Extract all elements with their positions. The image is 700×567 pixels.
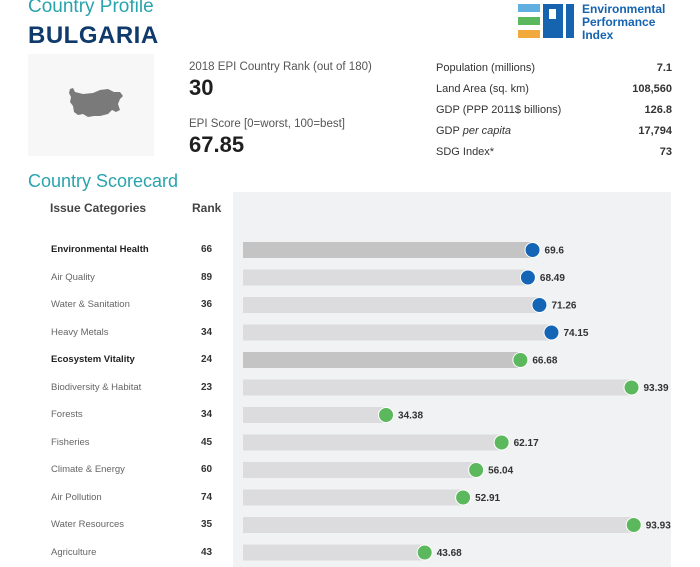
score-label: 66.68 <box>532 356 557 367</box>
score-bar <box>243 462 477 478</box>
score-marker <box>416 544 433 561</box>
score-marker <box>512 352 529 368</box>
score-marker <box>625 517 642 533</box>
score-label: 71.26 <box>551 301 576 312</box>
score-marker <box>524 242 541 258</box>
score-bar <box>243 517 634 533</box>
score-bar <box>243 269 528 286</box>
score-label: 34.38 <box>398 411 423 422</box>
score-label: 62.17 <box>514 438 539 449</box>
score-bar <box>243 544 425 561</box>
score-bar <box>243 379 632 396</box>
score-marker <box>531 297 548 313</box>
score-bar <box>243 242 533 258</box>
score-label: 74.15 <box>563 328 588 339</box>
score-label: 68.49 <box>540 273 565 284</box>
score-marker <box>543 324 560 341</box>
score-label: 56.04 <box>488 466 513 477</box>
scorecard-chart: 69.6 68.49 71.26 74.15 66.68 93.39 34.38 62.17 5… <box>243 242 671 561</box>
score-bar <box>243 434 502 451</box>
score-marker <box>455 489 472 506</box>
score-bar <box>243 324 552 341</box>
score-label: 93.93 <box>646 521 671 532</box>
score-marker <box>468 462 485 478</box>
score-label: 69.6 <box>545 246 565 257</box>
score-bar <box>243 297 540 313</box>
score-marker <box>378 407 395 423</box>
score-marker <box>493 434 510 451</box>
score-marker <box>623 379 640 396</box>
score-marker <box>519 269 536 286</box>
score-bar <box>243 352 521 368</box>
score-label: 52.91 <box>475 493 500 504</box>
score-bar <box>243 407 387 423</box>
score-label: 43.68 <box>437 548 462 559</box>
score-label: 93.39 <box>644 383 669 394</box>
score-bar <box>243 489 464 506</box>
